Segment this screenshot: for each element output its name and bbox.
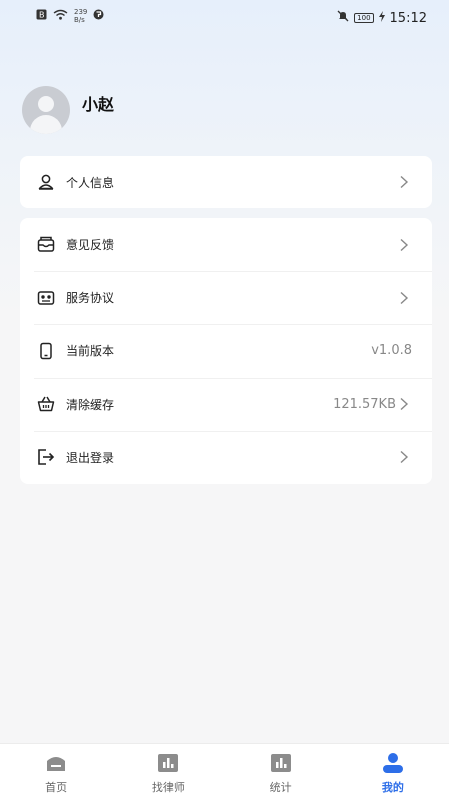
app-notification-icon (93, 9, 104, 23)
mute-icon (337, 10, 349, 26)
tab-label: 我的 (381, 781, 404, 794)
statistics-icon (269, 752, 293, 774)
menu-card-secondary: 意见反馈 服务协议 当前版本 v1.0.8 清除缓存 121.57KB 退出登录 (20, 218, 432, 484)
wifi-icon (53, 9, 68, 23)
profile-icon (381, 752, 405, 774)
cache-size-value: 121.57KB (333, 396, 396, 412)
chevron-right-icon (400, 398, 409, 411)
chevron-right-icon (400, 238, 409, 251)
menu-item-service-agreement[interactable]: 服务协议 (20, 271, 432, 324)
tab-label: 找律师 (151, 781, 185, 794)
chevron-right-icon (400, 175, 409, 189)
net-speed: 239 B/s (74, 8, 87, 24)
net-speed-unit: B/s (74, 16, 85, 24)
logout-icon (36, 447, 56, 467)
menu-item-feedback[interactable]: 意见反馈 (20, 218, 432, 271)
status-left: B 239 B/s (36, 8, 104, 24)
svg-text:B: B (39, 11, 45, 20)
feedback-icon (36, 235, 56, 255)
person-icon (36, 172, 56, 192)
bottom-tab-bar: 首页 找律师 统计 我的 (0, 743, 449, 800)
tab-label: 首页 (45, 781, 68, 794)
menu-item-label: 意见反馈 (66, 238, 115, 253)
battery-icon: 100 (354, 13, 374, 23)
notification-icon: B (36, 9, 47, 23)
find-lawyer-icon (156, 752, 180, 774)
basket-clear-icon (36, 394, 56, 414)
home-icon (44, 752, 68, 774)
status-bar: B 239 B/s 100 15:12 (0, 0, 449, 36)
menu-item-label: 当前版本 (66, 344, 115, 359)
menu-item-label: 个人信息 (66, 175, 115, 190)
tab-profile[interactable]: 我的 (337, 744, 449, 800)
profile-header[interactable]: 小赵 (22, 86, 114, 134)
clock: 15:12 (389, 10, 427, 26)
menu-item-logout[interactable]: 退出登录 (20, 430, 432, 484)
chevron-right-icon (400, 291, 409, 304)
tab-find-lawyer[interactable]: 找律师 (112, 744, 224, 800)
net-speed-value: 239 (74, 8, 88, 16)
tab-statistics[interactable]: 统计 (225, 744, 337, 800)
agreement-icon (36, 288, 56, 308)
username: 小赵 (82, 95, 115, 114)
version-value: v1.0.8 (371, 343, 412, 359)
menu-card-primary: 个人信息 (20, 156, 432, 208)
chevron-right-icon (400, 451, 409, 464)
tab-home[interactable]: 首页 (0, 744, 112, 800)
phone-version-icon (36, 341, 56, 361)
menu-item-label: 服务协议 (66, 291, 115, 306)
menu-item-clear-cache[interactable]: 清除缓存 121.57KB (20, 377, 432, 431)
tab-label: 统计 (269, 781, 292, 794)
menu-item-current-version[interactable]: 当前版本 v1.0.8 (20, 324, 432, 377)
menu-item-label: 清除缓存 (66, 397, 115, 412)
charging-icon (378, 10, 385, 26)
menu-item-personal-info[interactable]: 个人信息 (20, 156, 432, 208)
menu-item-label: 退出登录 (66, 450, 115, 465)
status-right: 100 15:12 (337, 10, 427, 26)
avatar[interactable] (22, 86, 70, 134)
